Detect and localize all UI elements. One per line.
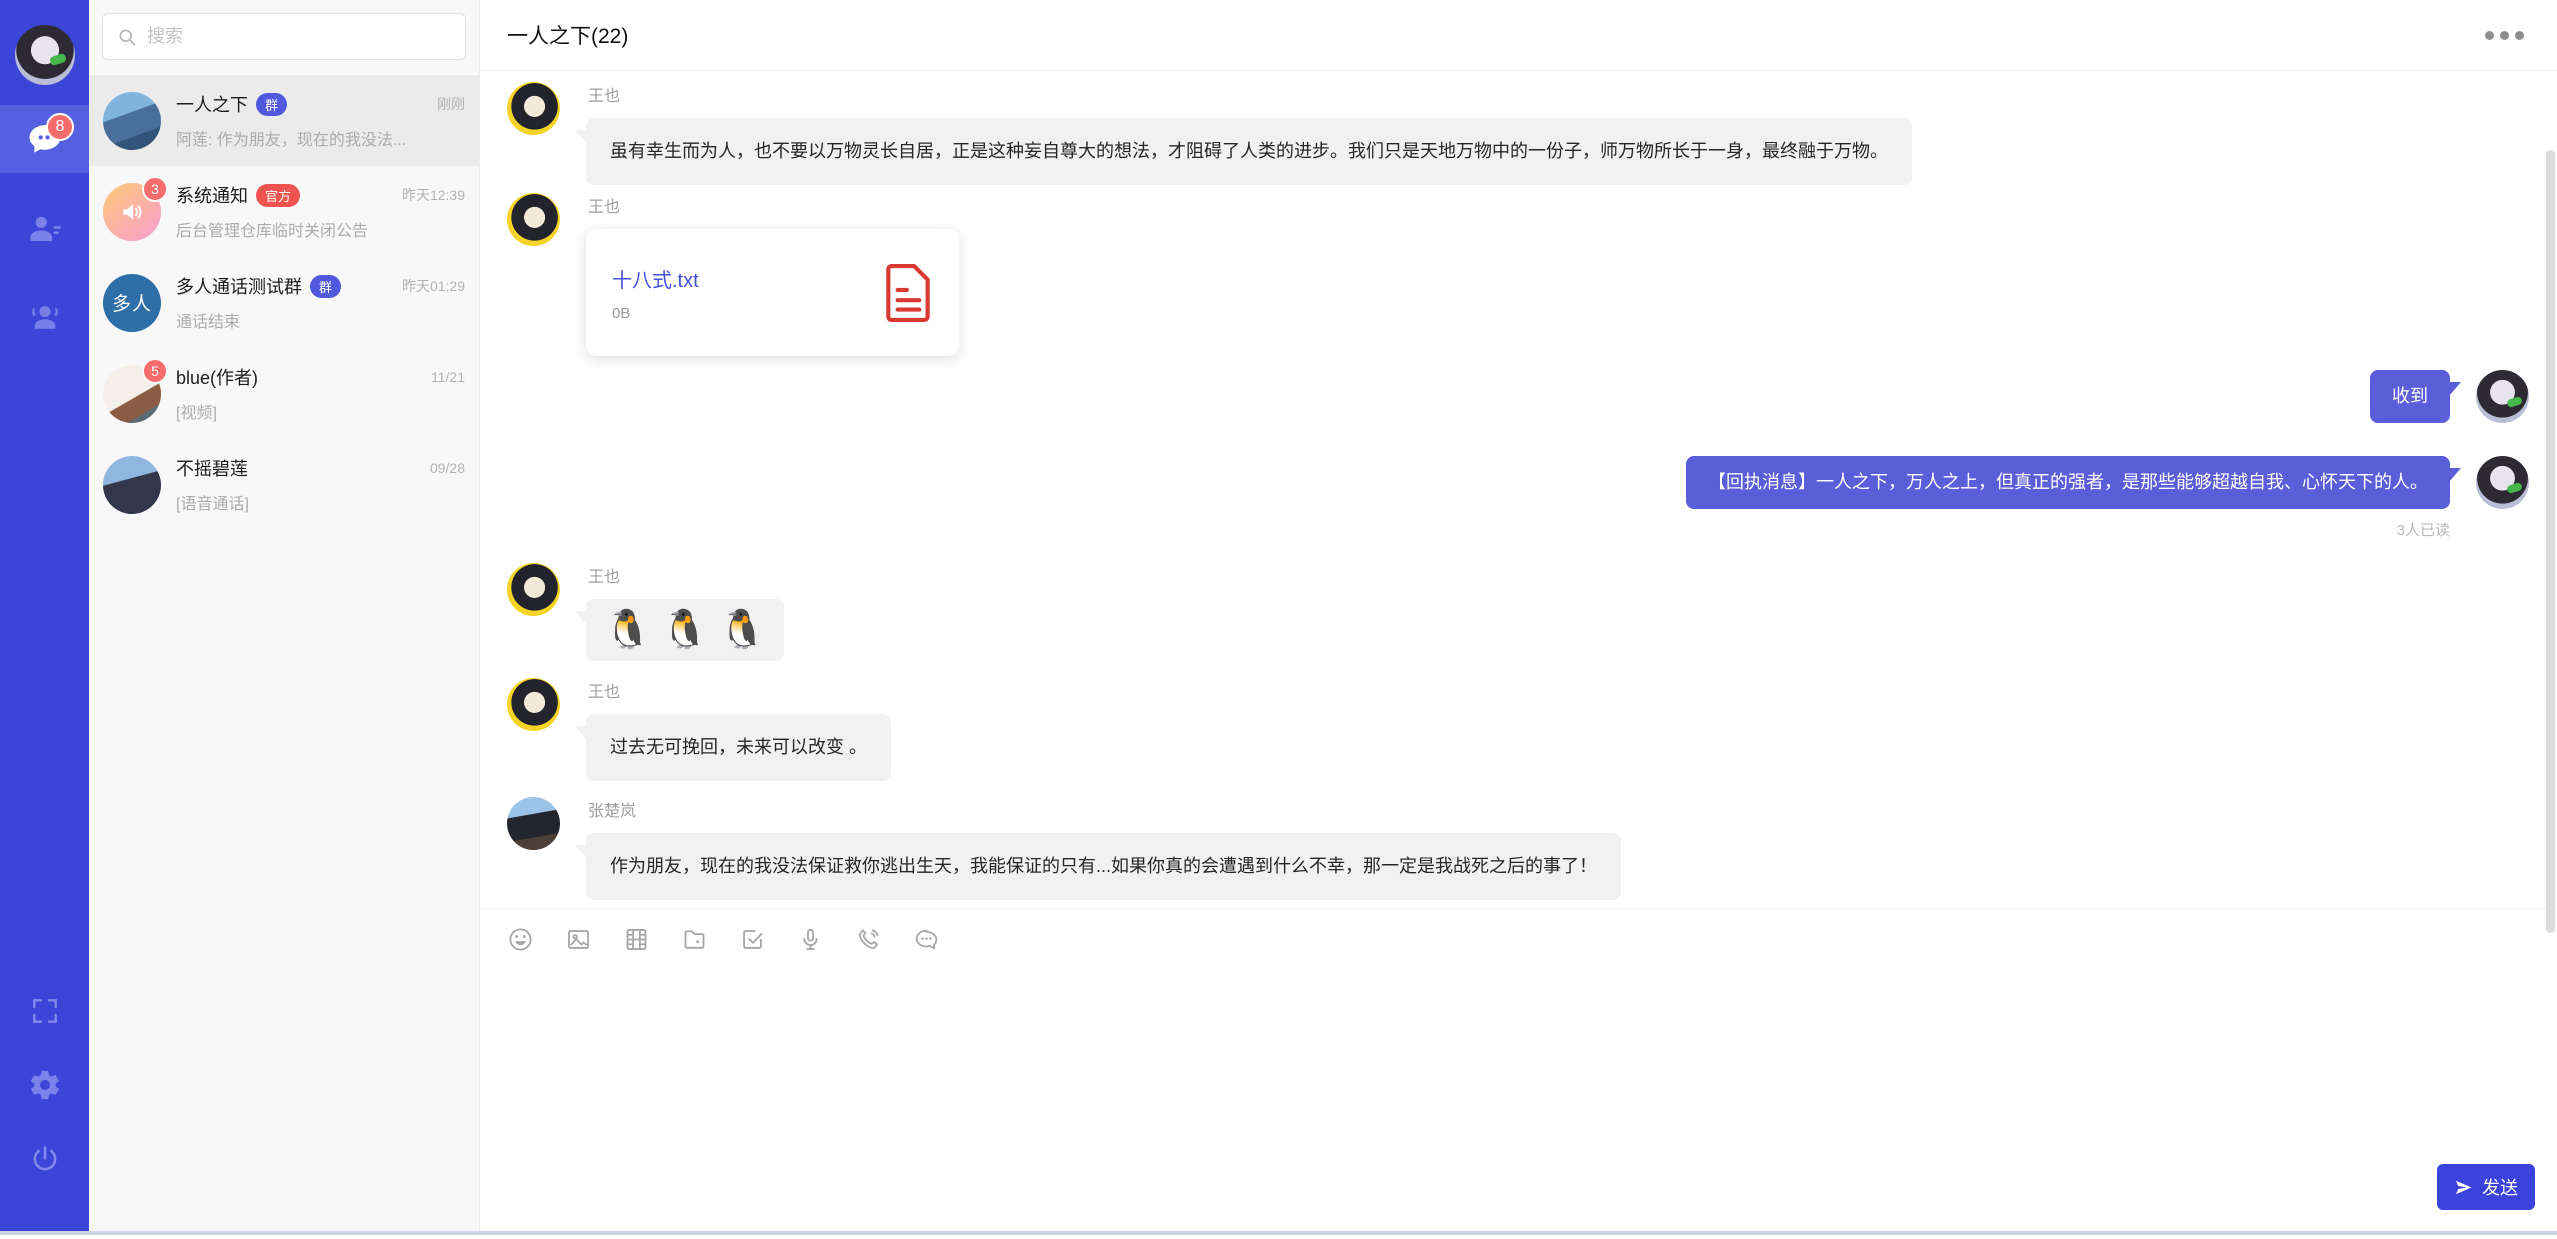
penguin-sticker: 🐧 [604,607,651,653]
message-row: 张楚岚 作为朋友，现在的我没法保证救你逃出生天，我能保证的只有...如果你真的会… [480,797,2557,900]
message-row-self: 收到 [480,370,2557,423]
screenshot-check-icon[interactable] [739,926,766,953]
self-avatar[interactable] [2476,456,2529,509]
user-avatar [103,456,161,514]
message-bubble-self: 收到 [2370,370,2450,423]
group-avatar [103,92,161,150]
chat-title: 多人通话测试群 [176,273,302,299]
groups-icon [26,298,64,336]
microphone-icon[interactable] [797,926,824,953]
paper-plane-icon [2454,1178,2473,1197]
file-document-icon [885,263,933,323]
nav-contacts[interactable] [0,195,89,263]
fullscreen-button[interactable] [29,995,61,1027]
more-menu-icon[interactable] [2479,25,2530,46]
message-input[interactable] [480,970,2557,1156]
send-button-label: 发送 [2482,1174,2518,1200]
chat-time: 09/28 [430,460,465,476]
sender-name: 王也 [588,86,1912,108]
sender-avatar[interactable] [507,797,560,850]
message-bubble: 作为朋友，现在的我没法保证救你逃出生天，我能保证的只有...如果你真的会遭遇到什… [586,833,1621,900]
user-avatar: 5 [103,365,161,423]
sticker-bubble: 🐧 🐧 🐧 [586,599,784,661]
settings-gear-icon[interactable] [28,1068,62,1102]
chat-preview: [视频] [176,399,465,423]
contacts-icon [27,211,63,247]
file-name: 十八式.txt [612,264,885,293]
image-icon[interactable] [565,926,592,953]
video-icon[interactable] [623,926,650,953]
group-badge: 群 [310,275,341,298]
chat-time: 昨天12:39 [402,185,465,205]
sender-avatar[interactable] [507,678,560,731]
nav-rail: 8 [0,0,89,1231]
emoji-icon[interactable] [507,926,534,953]
system-avatar: 3 [103,183,161,241]
sender-avatar[interactable] [507,563,560,616]
chat-header: 一人之下(22) [480,0,2557,71]
file-folder-icon[interactable] [681,926,708,953]
sender-avatar[interactable] [507,193,560,246]
nav-groups[interactable] [0,283,89,351]
sender-name: 张楚岚 [588,801,1621,823]
chat-preview: 通话结束 [176,308,465,332]
self-avatar[interactable] [2476,370,2529,423]
message-history-icon[interactable] [913,926,940,953]
unread-badge: 5 [142,358,168,384]
user-avatar[interactable] [15,25,75,85]
message-bubble: 过去无可挽回，未来可以改变 。 [586,714,891,781]
message-row: 王也 🐧 🐧 🐧 [480,563,2557,661]
send-button[interactable]: 发送 [2437,1164,2535,1210]
chat-title: 不摇碧莲 [176,455,248,481]
message-row-self: 【回执消息】一人之下，万人之上，但真正的强者，是那些能够超越自我、心怀天下的人。… [480,456,2557,540]
power-button[interactable] [29,1143,61,1175]
vertical-scrollbar-thumb[interactable] [2546,150,2555,933]
search-box[interactable] [102,13,466,60]
message-row: 王也 过去无可挽回，未来可以改变 。 [480,678,2557,781]
chat-list-item-bilian[interactable]: 不摇碧莲 09/28 [语音通话] [89,439,479,530]
chat-preview: 阿莲: 作为朋友，现在的我没法... [176,126,465,150]
message-bubble: 虽有幸生而为人，也不要以万物灵长自居，正是这种妄自尊大的想法，才阻碍了人类的进步… [586,118,1912,185]
message-list: 王也 虽有幸生而为人，也不要以万物灵长自居，正是这种妄自尊大的想法，才阻碍了人类… [480,71,2557,908]
chat-time: 11/21 [431,369,465,385]
file-size: 0B [612,305,885,322]
sender-name: 王也 [588,567,784,589]
read-status: 3人已读 [2397,519,2450,540]
sender-name: 王也 [588,197,959,219]
call-phone-icon[interactable] [855,926,882,953]
chat-title: 系统通知 [176,182,248,208]
chat-list-item-system[interactable]: 3 系统通知 官方 昨天12:39 后台管理仓库临时关闭公告 [89,166,479,257]
group-badge: 群 [256,93,287,116]
official-badge: 官方 [256,184,300,207]
file-attachment-card[interactable]: 十八式.txt 0B [586,229,959,356]
message-row: 王也 虽有幸生而为人，也不要以万物灵长自居，正是这种妄自尊大的想法，才阻碍了人类… [480,82,2557,185]
chat-list-item-yirenzhixia[interactable]: 一人之下 群 刚刚 阿莲: 作为朋友，现在的我没法... [89,75,479,166]
nav-chats[interactable]: 8 [0,105,89,173]
unread-total-badge: 8 [46,113,74,141]
chat-preview: [语音通话] [176,490,465,514]
chat-list-item-blue[interactable]: 5 blue(作者) 11/21 [视频] [89,348,479,439]
chat-preview: 后台管理仓库临时关闭公告 [176,217,465,241]
composer-toolbar [480,908,2557,970]
chat-title: blue(作者) [176,364,258,390]
chat-time: 刚刚 [437,94,465,114]
app-window: 8 [0,0,2557,1235]
chat-list-item-duoren[interactable]: 多人 多人通话测试群 群 昨天01:29 通话结束 [89,257,479,348]
group-avatar: 多人 [103,274,161,332]
chat-panel: 一人之下(22) 王也 虽有幸生而为人，也不要以万物灵长自居，正是这种妄自尊大的… [480,0,2557,1231]
unread-badge: 3 [142,176,168,202]
penguin-sticker: 🐧 [719,607,766,653]
chat-title: 一人之下 [176,91,248,117]
chat-time: 昨天01:29 [402,276,465,296]
penguin-sticker: 🐧 [661,607,708,653]
chat-list-panel: 一人之下 群 刚刚 阿莲: 作为朋友，现在的我没法... 3 系统通知 官方 [89,0,480,1231]
search-input[interactable] [147,26,451,47]
search-icon [117,27,137,47]
sender-avatar[interactable] [507,82,560,135]
message-row: 王也 十八式.txt 0B [480,193,2557,356]
chat-header-title: 一人之下(22) [507,20,628,50]
sender-name: 王也 [588,682,891,704]
message-bubble-self: 【回执消息】一人之下，万人之上，但真正的强者，是那些能够超越自我、心怀天下的人。 [1686,456,2450,509]
